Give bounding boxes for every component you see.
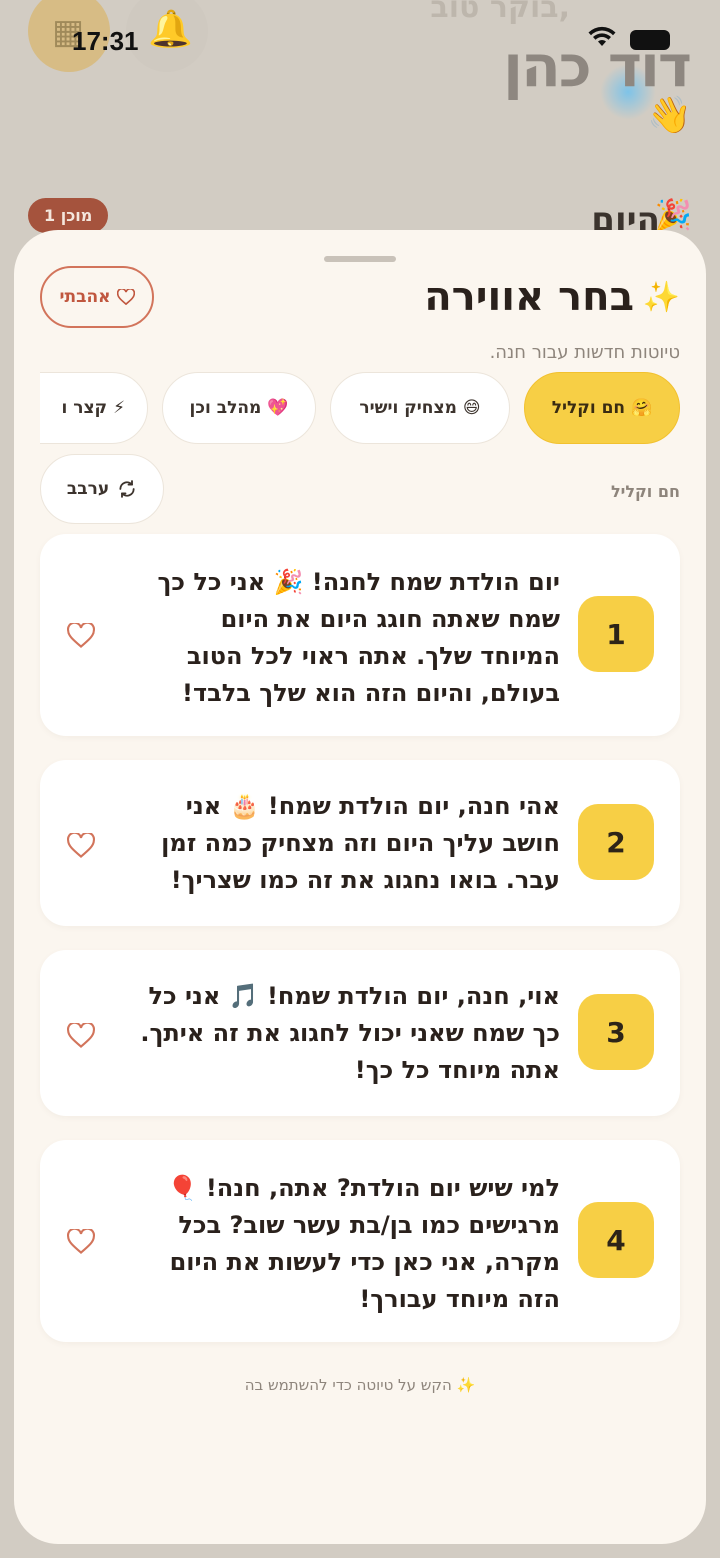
draft-number: 3 [578,994,654,1070]
sparkle-icon: ✨ [456,1376,476,1394]
heart-emoji-icon: 💖 [267,398,289,418]
tone-chip-warm[interactable]: 🤗 חם וקליל [524,372,680,444]
sparkle-icon: ✨ [642,280,680,315]
tone-chip-label: מהלב וכן [189,398,262,418]
ready-badge: 1 מוכן [28,198,109,233]
draft-card-4[interactable]: 4 למי שיש יום הולדת? אתה, חנה! 🎈 מרגישים… [40,1140,680,1342]
tone-chip-heartfelt[interactable]: 💖 מהלב וכן [162,372,316,444]
favorites-button[interactable]: אהבתי [40,266,154,328]
draft-number: 1 [578,596,654,672]
shuffle-label: ערבב [66,479,110,499]
draft-number: 4 [578,1202,654,1278]
tone-chip-label: קצר ו [61,398,108,418]
tone-chip-label: מצחיק וישיר [359,398,457,418]
grin-emoji-icon: 😄 [462,398,481,418]
bell-icon: 🔔 [148,9,193,50]
hug-emoji-icon: 🤗 [631,398,653,418]
greeting-text: בוקר טוב, [430,0,570,25]
shuffle-button[interactable]: ערבב [40,454,164,524]
refresh-icon [119,480,135,498]
draft-number: 2 [578,804,654,880]
draft-text: יום הולדת שמח לחנה! 🎉 אני כל כך שמח שאתה… [157,568,561,707]
vibe-picker-sheet: ✨ בחר אווירה אהבתי טיוטות חדשות עבור חנה… [14,230,706,1544]
hint-text: הקש על טיוטה כדי להשתמש בה [244,1376,452,1394]
heart-outline-icon [67,1228,95,1254]
favorites-label: אהבתי [59,287,111,307]
draft-card-3[interactable]: 3 אוי, חנה, יום הולדת שמח! 🎵 אני כל כך ש… [40,950,680,1116]
heart-icon [116,289,135,305]
sheet-title: בחר אווירה [424,274,634,320]
sheet-grabber[interactable] [324,256,396,262]
tone-chip-short[interactable]: ⚡ קצר ו [40,372,148,444]
current-tone-label: חם וקליל [610,482,680,501]
draft-card-1[interactable]: 1 יום הולדת שמח לחנה! 🎉 אני כל כך שמח שא… [40,534,680,736]
tone-chip-label: חם וקליל [551,398,626,418]
like-draft-button[interactable] [66,830,96,860]
lightning-emoji-icon: ⚡ [113,398,125,418]
heart-outline-icon [67,1022,95,1048]
heart-outline-icon [67,622,95,648]
tone-chips: 🤗 חם וקליל 😄 מצחיק וישיר 💖 מהלב וכן ⚡ קצ… [40,372,680,446]
like-draft-button[interactable] [66,1226,96,1256]
tone-chip-funny[interactable]: 😄 מצחיק וישיר [330,372,510,444]
wifi-icon [588,26,616,46]
draft-card-2[interactable]: 2 אהי חנה, יום הולדת שמח! 🎂 אני חושב עלי… [40,760,680,926]
like-draft-button[interactable] [66,620,96,650]
status-time: 17:31 [72,26,139,56]
draft-text: אוי, חנה, יום הולדת שמח! 🎵 אני כל כך שמח… [140,982,560,1084]
party-emoji: 🎉 [654,198,692,233]
battery-icon [630,30,670,50]
usage-hint: ✨ הקש על טיוטה כדי להשתמש בה [14,1376,706,1394]
sheet-subtitle: טיוטות חדשות עבור חנה. [489,342,680,363]
wave-emoji: 👋 [647,95,692,136]
heart-outline-icon [67,832,95,858]
draft-text: אהי חנה, יום הולדת שמח! 🎂 אני חושב עליך … [161,792,560,894]
draft-text: למי שיש יום הולדת? אתה, חנה! 🎈 מרגישים כ… [167,1174,560,1313]
like-draft-button[interactable] [66,1020,96,1050]
